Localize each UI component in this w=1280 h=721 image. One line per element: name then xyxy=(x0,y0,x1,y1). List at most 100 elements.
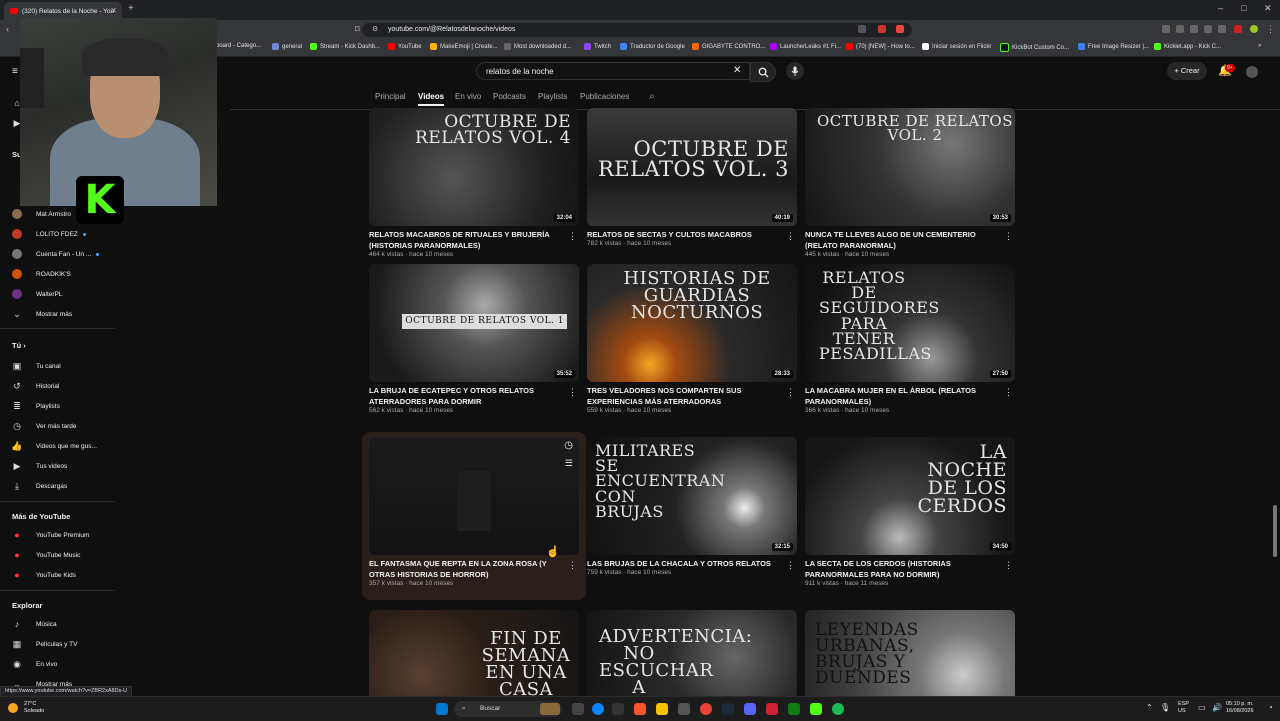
language-indicator[interactable]: ESP US xyxy=(1178,701,1189,715)
you-section-header[interactable]: Tú › xyxy=(12,341,26,350)
channel-search-icon[interactable]: ⌕ xyxy=(649,91,655,102)
video-thumbnail[interactable]: RELATOS DE SEGUIDORES PARA TENER PESADIL… xyxy=(805,264,1015,382)
video-title[interactable]: RELATOS MACABROS DE RITUALES Y BRUJERÍA … xyxy=(369,229,559,251)
weather-widget[interactable]: 27°C Soleado xyxy=(24,701,44,715)
clock[interactable]: 05:10 p. m. 16/08/2026 xyxy=(1226,701,1254,715)
video-thumbnail[interactable]: HISTORIAS DE GUARDIAS NOCTURNOS 28:33 xyxy=(587,264,797,382)
cast-icon[interactable] xyxy=(858,25,866,33)
notification-center-icon[interactable]: ◔ xyxy=(1268,703,1273,712)
sidebar-item-en-vivo[interactable]: ◉ En vivo xyxy=(12,659,57,669)
tray-chevron-icon[interactable]: ⌃ xyxy=(1146,703,1153,712)
video-title[interactable]: LA BRUJA DE ECATEPEC Y OTROS RELATOS ATE… xyxy=(369,385,559,407)
voice-search-button[interactable] xyxy=(786,62,804,80)
more-options-icon[interactable]: ⋮ xyxy=(568,231,577,242)
browser-menu-icon[interactable]: ⋮ xyxy=(1266,24,1275,35)
more-options-icon[interactable]: ⋮ xyxy=(1004,231,1013,242)
bookmark-item[interactable]: LauncherLeaks #1 Fi... xyxy=(770,43,841,50)
xbox-icon[interactable] xyxy=(788,703,800,715)
video-card[interactable]: ◷ ☰ EL FANTASMA QUE REPTA EN LA ZONA ROS… xyxy=(369,437,579,603)
video-card[interactable]: LEYENDAS URBANAS, BRUJAS Y DUENDES xyxy=(805,610,1015,696)
video-card[interactable]: OCTUBRE DE RELATOS VOL. 3 40:19 RELATOS … xyxy=(587,108,797,274)
bookmark-item[interactable]: Stream - Kick Dashb... xyxy=(310,43,380,50)
video-thumbnail[interactable]: OCTUBRE DE RELATOS VOL. 2 30:53 xyxy=(805,108,1015,226)
sidebar-item-youtube-music[interactable]: ● YouTube Music xyxy=(12,550,80,560)
music-extension-icon[interactable] xyxy=(1176,25,1184,33)
tab-principal[interactable]: Principal xyxy=(375,92,406,101)
search-input[interactable]: relatos de la noche xyxy=(476,62,750,80)
tab-videos[interactable]: Videos xyxy=(418,92,444,101)
video-card[interactable]: OCTUBRE DE RELATOS VOL. 4 32:04 RELATOS … xyxy=(369,108,579,274)
sidebar-subscription[interactable]: LOLITO FDEZ xyxy=(12,229,86,239)
back-icon[interactable]: ‹ xyxy=(6,24,9,34)
extension-icon[interactable] xyxy=(878,25,886,33)
maximize-icon[interactable]: □ xyxy=(1241,3,1246,13)
bookmark-item[interactable]: Kickiet.app - Kick C... xyxy=(1154,43,1221,50)
bookmark-item[interactable]: YouTube xyxy=(388,43,422,50)
task-view-icon[interactable] xyxy=(572,703,584,715)
bookmark-item[interactable]: (70) [NEW] - How to... xyxy=(846,43,915,50)
sidebar-subscription[interactable]: Cuenta Fan - Un ... xyxy=(12,249,100,259)
sidebar-show-more-subs[interactable]: ⌄ Mostrar más xyxy=(12,309,72,319)
bookmark-item[interactable]: board - Catego... xyxy=(216,43,261,49)
video-thumbnail[interactable]: LEYENDAS URBANAS, BRUJAS Y DUENDES xyxy=(805,610,1015,696)
bookmark-this-icon[interactable]: ⌑ xyxy=(355,24,360,35)
windows-start-icon[interactable] xyxy=(436,703,448,715)
video-title[interactable]: TRES VELADORES NOS COMPARTEN SUS EXPERIE… xyxy=(587,385,777,407)
sidebar-subscription[interactable]: ROADKIK'S xyxy=(12,269,71,279)
app-icon[interactable] xyxy=(612,703,624,715)
bookmark-item[interactable]: Iniciar sesión en Flickr xyxy=(922,43,991,50)
microphone-tray-icon[interactable]: 🎙 xyxy=(1160,703,1170,712)
video-thumbnail[interactable]: ◷ ☰ xyxy=(369,437,579,555)
video-title[interactable]: LAS BRUJAS DE LA CHACALA Y OTROS RELATOS xyxy=(587,558,777,569)
video-title[interactable]: RELATOS DE SECTAS Y CULTOS MACABROS xyxy=(587,229,777,240)
bookmark-item[interactable]: general xyxy=(272,43,302,50)
sidebar-item-historial[interactable]: ↺ Historial xyxy=(12,381,59,391)
video-card[interactable]: ADVERTENCIA: NO ESCUCHAR A SOLAS xyxy=(587,610,797,696)
more-options-icon[interactable]: ⋮ xyxy=(568,387,577,398)
create-button[interactable]: + Crear xyxy=(1167,62,1207,80)
video-card[interactable]: HISTORIAS DE GUARDIAS NOCTURNOS 28:33 TR… xyxy=(587,264,797,430)
sidebar-item-tu-canal[interactable]: ▣ Tu canal xyxy=(12,361,61,371)
sidebar-subscription[interactable]: WalterPL xyxy=(12,289,63,299)
video-card[interactable]: OCTUBRE DE RELATOS VOL. 2 30:53 NUNCA TE… xyxy=(805,108,1015,274)
more-options-icon[interactable]: ⋮ xyxy=(786,387,795,398)
video-thumbnail[interactable]: OCTUBRE DE RELATOS VOL. 1 35:52 xyxy=(369,264,579,382)
file-explorer-icon[interactable] xyxy=(656,703,668,715)
video-thumbnail[interactable]: ADVERTENCIA: NO ESCUCHAR A SOLAS xyxy=(587,610,797,696)
tab-playlists[interactable]: Playlists xyxy=(538,92,567,101)
chrome-icon[interactable] xyxy=(700,703,712,715)
more-bookmarks-icon[interactable]: » xyxy=(1258,43,1261,49)
more-options-icon[interactable]: ⋮ xyxy=(1004,387,1013,398)
search-button[interactable] xyxy=(750,62,776,82)
sidebar-item-musica[interactable]: ♪ Música xyxy=(12,619,57,629)
add-to-queue-icon[interactable]: ☰ xyxy=(565,458,573,469)
bookmark-item[interactable]: MakeEmoji | Create... xyxy=(430,43,498,50)
bookmark-item[interactable]: KickBot Custom Co... xyxy=(1000,43,1069,52)
network-icon[interactable]: ▭ xyxy=(1198,703,1206,712)
sidebar-item-tus-videos[interactable]: ▶ Tus videos xyxy=(12,461,68,471)
bookmark-item[interactable]: Twitch xyxy=(584,43,611,50)
bookmark-item[interactable]: Most downloaded d... xyxy=(504,43,571,50)
steam-icon[interactable] xyxy=(722,703,734,715)
video-card[interactable]: RELATOS DE SEGUIDORES PARA TENER PESADIL… xyxy=(805,264,1015,430)
kick-app-icon[interactable] xyxy=(810,703,822,715)
video-card[interactable]: FIN DE SEMANA EN UNA CASA xyxy=(369,610,579,696)
page-scrollbar[interactable] xyxy=(1273,505,1277,557)
video-thumbnail[interactable]: OCTUBRE DE RELATOS VOL. 4 32:04 xyxy=(369,108,579,226)
alert-extension-icon[interactable] xyxy=(896,25,904,33)
video-thumbnail[interactable]: OCTUBRE DE RELATOS VOL. 3 40:19 xyxy=(587,108,797,226)
video-card[interactable]: LA NOCHE DE LOS CERDOS 34:50 LA SECTA DE… xyxy=(805,437,1015,603)
site-info-icon[interactable]: ⚙ xyxy=(372,25,378,33)
video-thumbnail[interactable]: FIN DE SEMANA EN UNA CASA xyxy=(369,610,579,696)
sidebar-item-playlists[interactable]: ≣ Playlists xyxy=(12,401,60,411)
bookmark-item[interactable]: Traductor de Google xyxy=(620,43,685,50)
more-options-icon[interactable]: ⋮ xyxy=(568,560,577,571)
sidebar-item-liked-videos[interactable]: 👍 Videos que me gus... xyxy=(11,441,97,451)
avatar[interactable] xyxy=(1246,66,1258,78)
video-title[interactable]: EL FANTASMA QUE REPTA EN LA ZONA ROSA (Y… xyxy=(369,558,559,580)
extension-icon[interactable] xyxy=(1190,25,1198,33)
video-title[interactable]: LA MACABRA MUJER EN EL ÁRBOL (RELATOS PA… xyxy=(805,385,995,407)
sun-weather-icon[interactable] xyxy=(8,703,18,713)
tab-en-vivo[interactable]: En vivo xyxy=(455,92,481,101)
video-card[interactable]: MILITARES SE ENCUENTRAN CON BRUJAS 32:15… xyxy=(587,437,797,603)
